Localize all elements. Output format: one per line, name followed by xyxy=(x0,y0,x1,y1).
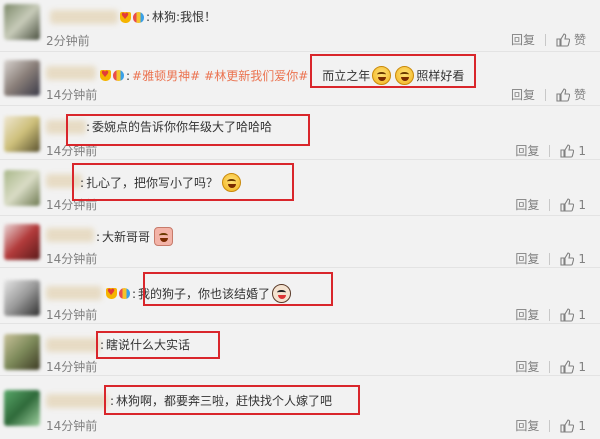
comment-time: 14分钟前 xyxy=(46,419,98,433)
reply-button[interactable]: 回复 xyxy=(511,31,535,48)
avatar[interactable] xyxy=(4,170,40,206)
comment-text: 林狗啊，都要奔三啦，赶快找个人嫁了吧 xyxy=(116,394,333,408)
comment-time: 14分钟前 xyxy=(46,252,98,266)
comment-item: : 我的狗子，你也该结婚了 14分钟前 回复 1 xyxy=(0,268,600,324)
grin-emoji-icon xyxy=(222,173,242,192)
like-count: 赞 xyxy=(573,33,586,47)
reply-button[interactable]: 回复 xyxy=(515,417,539,434)
thumbs-up-icon xyxy=(560,251,575,266)
avatar[interactable] xyxy=(4,334,40,370)
avatar[interactable] xyxy=(4,224,40,260)
username-blurred[interactable] xyxy=(46,338,100,352)
doge-emoji-icon xyxy=(272,284,292,303)
topic-link[interactable]: #雅顿男神# xyxy=(132,68,200,84)
like-count: 1 xyxy=(578,197,586,212)
like-count: 1 xyxy=(578,359,586,374)
comment-time: 14分钟前 xyxy=(46,308,98,322)
thumbs-up-icon xyxy=(556,32,570,47)
like-button[interactable]: 1 xyxy=(560,198,586,212)
username-blurred[interactable] xyxy=(46,228,94,242)
thumbs-up-icon xyxy=(560,197,575,212)
like-button[interactable]: 1 xyxy=(560,252,586,266)
topic-link[interactable]: #林更新我们爱你# xyxy=(204,68,308,84)
thumbs-up-icon xyxy=(560,418,575,433)
username-blurred[interactable] xyxy=(46,394,108,408)
reply-button[interactable]: 回复 xyxy=(515,306,539,323)
comment-text: 瞎说什么大实话 xyxy=(106,338,191,352)
comment-time: 14分钟前 xyxy=(46,88,98,102)
comment-text: 委婉点的告诉你你年级大了哈哈哈 xyxy=(92,120,273,134)
comment-time: 14分钟前 xyxy=(46,360,98,374)
thumbs-up-icon xyxy=(560,307,575,322)
username-blurred[interactable] xyxy=(46,174,82,188)
comment-text: 我的狗子，你也该结婚了 xyxy=(138,286,271,301)
comment-item: : 扎心了，把你写小了吗？ 14分钟前 回复 1 xyxy=(0,160,600,216)
comment-text: 大新哥哥 xyxy=(102,229,151,244)
comment-item: : 林狗啊，都要奔三啦，赶快找个人嫁了吧 14分钟前 回复 1 xyxy=(0,376,600,439)
balloon-badge-icon xyxy=(119,288,130,299)
crown-badge-icon xyxy=(106,285,117,301)
pig-emoji-icon xyxy=(154,227,174,246)
username-blurred[interactable] xyxy=(46,286,102,300)
comment-text: 林狗:我恨！ xyxy=(152,10,217,24)
comment-time: 14分钟前 xyxy=(46,144,98,158)
comment-item: : #雅顿男神# #林更新我们爱你# 而立之年 照样好看 14分钟前 回复 赞 xyxy=(0,52,600,106)
laugh-cry-emoji-icon xyxy=(372,66,392,85)
reply-button[interactable]: 回复 xyxy=(515,250,539,267)
comment-text: 扎心了，把你写小了吗？ xyxy=(86,175,219,190)
reply-button[interactable]: 回复 xyxy=(515,196,539,213)
comment-item: : 委婉点的告诉你你年级大了哈哈哈 14分钟前 回复 1 xyxy=(0,106,600,160)
balloon-badge-icon xyxy=(113,70,124,81)
comment-text: 而立之年 xyxy=(322,68,371,83)
username-blurred[interactable] xyxy=(46,66,96,80)
laugh-cry-emoji-icon xyxy=(395,66,415,85)
like-count: 赞 xyxy=(573,88,586,102)
thumbs-up-icon xyxy=(560,359,575,374)
comment-text: 照样好看 xyxy=(416,68,465,83)
avatar[interactable] xyxy=(4,116,40,152)
avatar[interactable] xyxy=(4,60,40,96)
like-button[interactable]: 1 xyxy=(560,419,586,433)
comment-time: 14分钟前 xyxy=(46,198,98,212)
like-button[interactable]: 1 xyxy=(560,360,586,374)
crown-badge-icon xyxy=(120,9,131,25)
avatar[interactable] xyxy=(4,4,40,40)
balloon-badge-icon xyxy=(133,11,144,23)
reply-button[interactable]: 回复 xyxy=(515,358,539,375)
like-count: 1 xyxy=(578,307,586,322)
crown-badge-icon xyxy=(100,67,111,83)
thumbs-up-icon xyxy=(560,143,575,158)
reply-button[interactable]: 回复 xyxy=(515,142,539,159)
like-count: 1 xyxy=(578,143,586,158)
like-button[interactable]: 赞 xyxy=(556,31,586,48)
like-count: 1 xyxy=(578,418,586,433)
thumbs-up-icon xyxy=(556,87,570,102)
avatar[interactable] xyxy=(4,390,40,426)
like-button[interactable]: 赞 xyxy=(556,86,586,103)
reply-button[interactable]: 回复 xyxy=(511,86,535,103)
avatar[interactable] xyxy=(4,280,40,316)
comment-item: : 大新哥哥 14分钟前 回复 1 xyxy=(0,216,600,268)
username-blurred[interactable] xyxy=(46,120,86,134)
like-button[interactable]: 1 xyxy=(560,144,586,158)
comment-time: 2分钟前 xyxy=(46,34,90,48)
username-blurred[interactable] xyxy=(50,10,118,24)
comment-item: : 瞎说什么大实话 14分钟前 回复 1 xyxy=(0,324,600,376)
like-count: 1 xyxy=(578,251,586,266)
comment-item: : 林狗:我恨！ 2分钟前 回复 赞 xyxy=(0,0,600,52)
like-button[interactable]: 1 xyxy=(560,308,586,322)
